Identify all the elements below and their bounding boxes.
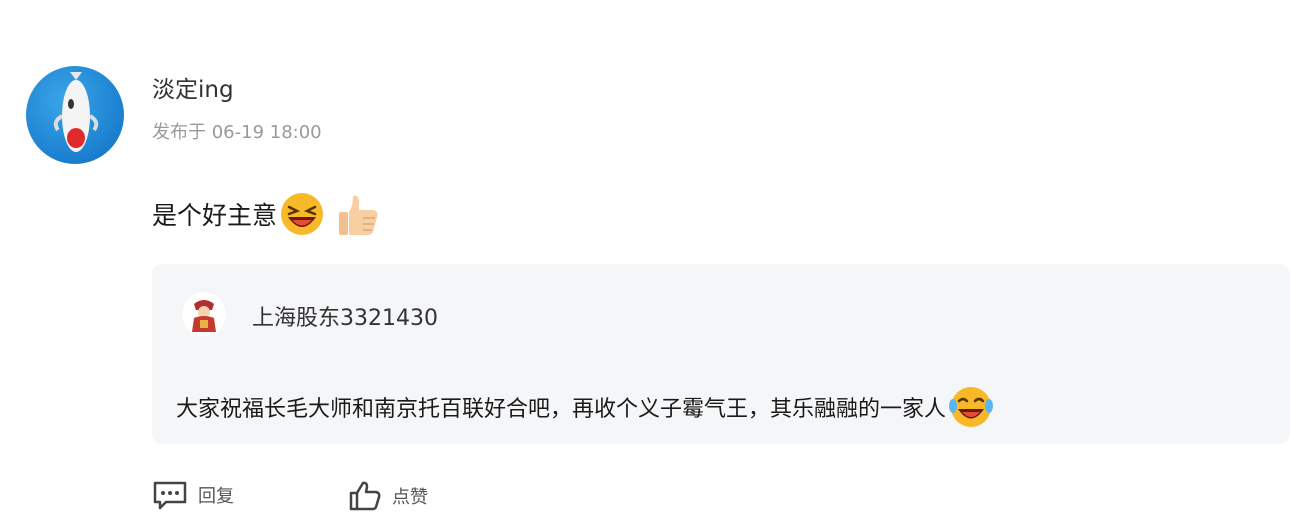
comment-body: 是个好主意: [152, 190, 381, 238]
quoted-text: 大家祝福长毛大师和南京托百联好合吧，再收个义子霉气王，其乐融融的一家人: [176, 397, 947, 422]
quoted-comment: 上海股东3321430 大家祝福长毛大师和南京托百联好合吧，再收个义子霉气王，其…: [152, 264, 1290, 444]
thumbs-up-icon: [339, 195, 378, 235]
quoted-username[interactable]: 上海股东3321430: [252, 300, 438, 332]
quoted-body: 大家祝福长毛大师和南京托百联好合吧，再收个义子霉气王，其乐融融的一家人: [176, 384, 994, 430]
comment-icon: [153, 481, 187, 510]
user-avatar[interactable]: [26, 66, 124, 164]
comment-text: 是个好主意: [152, 201, 278, 230]
koi-fish-icon: [53, 72, 99, 152]
reply-button[interactable]: 回复: [152, 480, 234, 510]
quoted-user-avatar[interactable]: [182, 292, 226, 336]
fortune-god-avatar-icon: [192, 300, 216, 332]
post-username[interactable]: 淡定ing: [152, 70, 234, 104]
reply-label: 回复: [198, 486, 234, 507]
thumbs-up-outline-icon: [349, 481, 381, 511]
laugh-emoji-icon: [281, 193, 324, 235]
tears-of-joy-icon: [949, 387, 994, 427]
like-label: 点赞: [392, 487, 428, 508]
post-timestamp: 发布于 06-19 18:00: [152, 122, 322, 143]
like-button[interactable]: 点赞: [348, 480, 428, 512]
